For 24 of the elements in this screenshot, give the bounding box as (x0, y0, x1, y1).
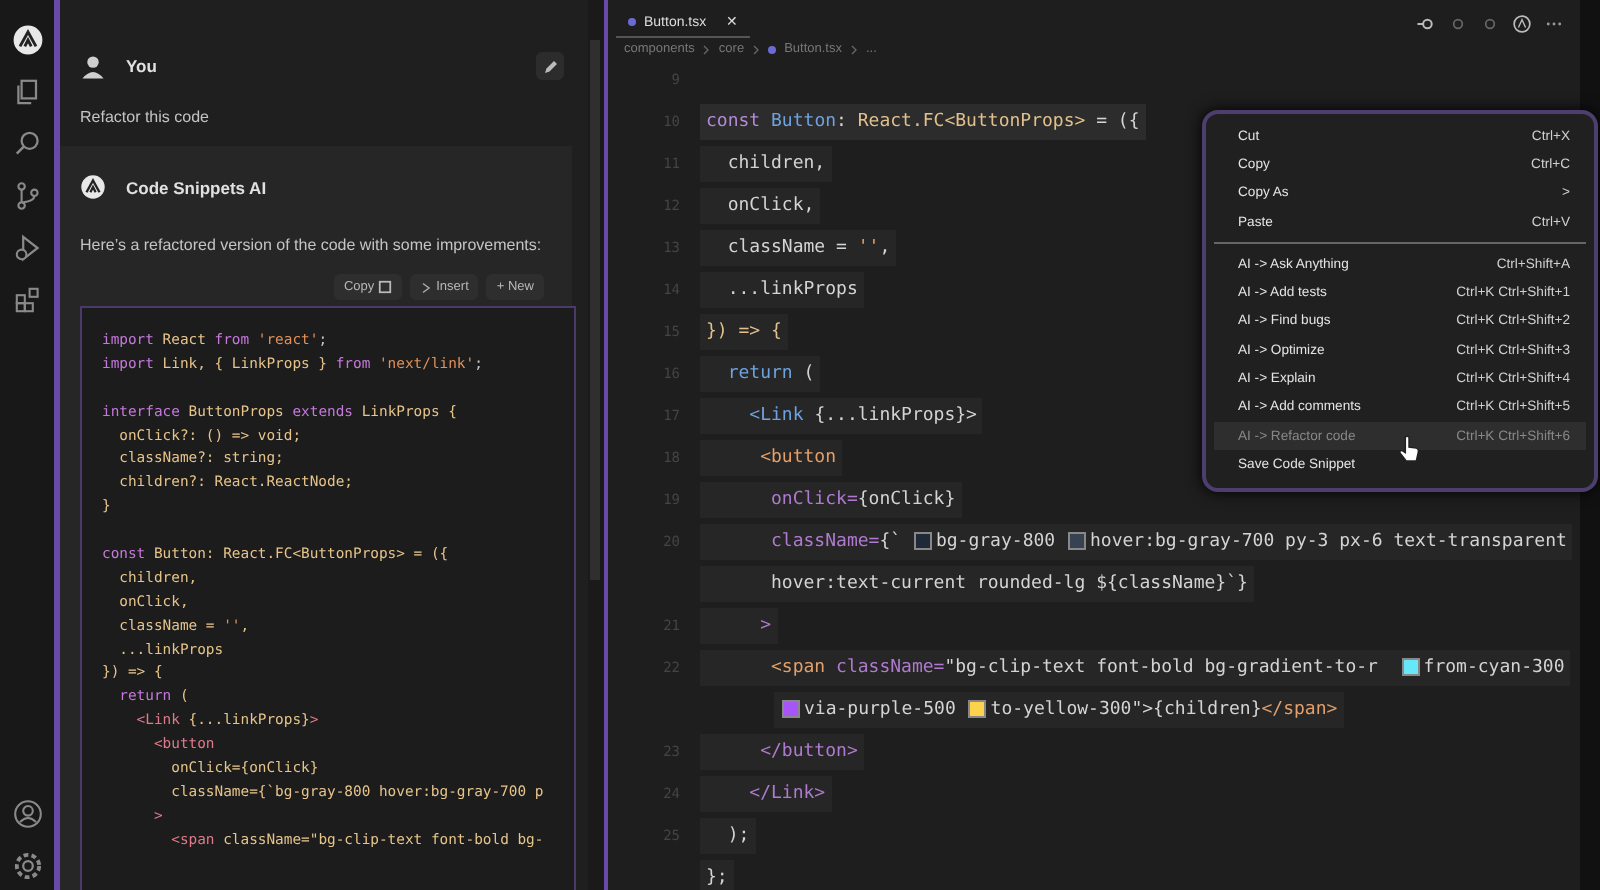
assistant-message: Here’s a refactored version of the code with some improvements: (80, 236, 544, 254)
edit-button[interactable] (536, 52, 564, 80)
file-icon (768, 45, 777, 53)
pencil-icon (541, 57, 559, 75)
account-icon[interactable] (11, 798, 43, 830)
chevron-icon (420, 281, 433, 293)
user-message: Refactor this code (80, 108, 211, 126)
settings-icon[interactable] (11, 850, 43, 882)
run-icon[interactable] (11, 232, 43, 264)
assistant-name: Code Snippets AI (126, 177, 267, 197)
search-icon[interactable] (11, 128, 43, 160)
user-name: You (126, 56, 157, 76)
chevron-icon (702, 43, 711, 55)
hand-cursor-icon (1398, 433, 1420, 464)
extensions-icon[interactable] (11, 284, 43, 316)
logo-icon (80, 174, 106, 200)
copy-icon (378, 280, 393, 294)
logo-icon[interactable] (11, 24, 43, 56)
files-icon[interactable] (11, 76, 43, 108)
chevron-icon (752, 43, 761, 55)
person-icon (80, 53, 106, 79)
chevron-icon (849, 43, 858, 55)
branch-icon[interactable] (11, 180, 43, 212)
logo-icon[interactable] (1512, 13, 1532, 33)
